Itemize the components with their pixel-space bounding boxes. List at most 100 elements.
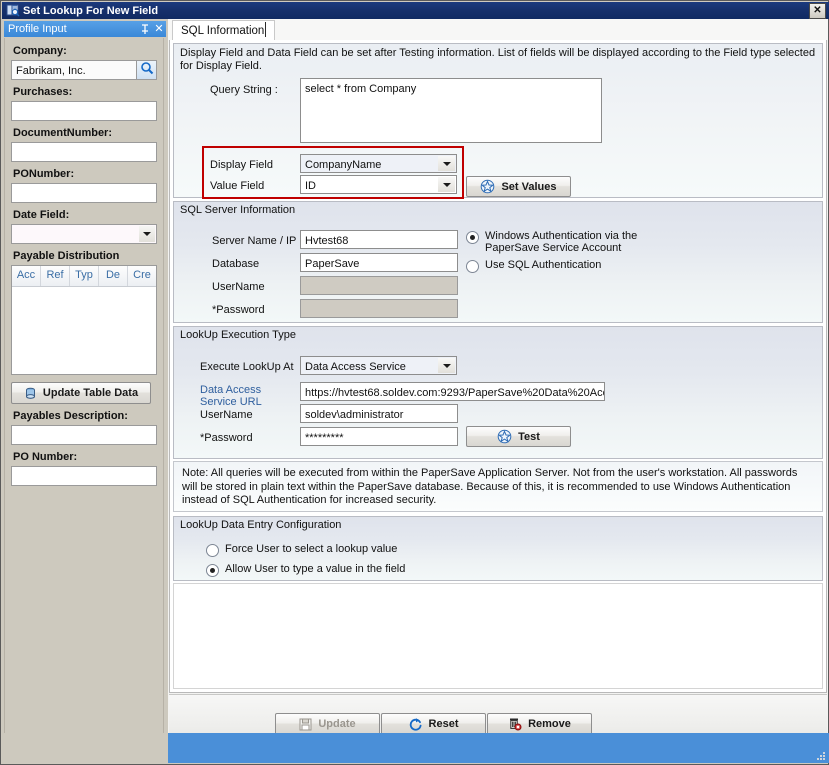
chevron-down-icon[interactable] xyxy=(438,156,455,171)
window-title: Set Lookup For New Field xyxy=(23,5,158,17)
query-string-label: Query String : xyxy=(210,84,278,96)
data-access-service-url-label: Data Access Service URL xyxy=(200,384,295,408)
radio-allow-user-type[interactable]: Allow User to type a value in the field xyxy=(206,563,405,577)
reset-button-label: Reset xyxy=(429,718,459,730)
tab-strip: SQL Information xyxy=(168,19,828,40)
set-values-label: Set Values xyxy=(501,181,556,193)
das-username-label: UserName xyxy=(200,409,253,421)
grid-column-ref[interactable]: Ref xyxy=(41,266,70,286)
pin-icon[interactable] xyxy=(138,22,152,36)
document-number-input[interactable] xyxy=(11,142,157,162)
status-bar xyxy=(2,733,829,763)
purchases-input[interactable] xyxy=(11,101,157,121)
payables-description-label: Payables Description: xyxy=(13,410,157,422)
company-search-button[interactable] xyxy=(136,61,156,79)
das-password-input[interactable]: ********* xyxy=(300,427,458,446)
das-username-value: soldev\administrator xyxy=(305,409,403,421)
sql-username-input[interactable] xyxy=(300,276,458,295)
sql-information-description: Display Field and Data Field can be set … xyxy=(180,47,816,73)
radio-windows-authentication-dot xyxy=(466,231,479,244)
test-button[interactable]: Test xyxy=(466,426,571,447)
payable-distribution-label: Payable Distribution xyxy=(13,250,157,262)
data-access-service-url-input[interactable]: https://hvtest68.soldev.com:9293/PaperSa… xyxy=(300,382,605,401)
reset-button[interactable]: Reset xyxy=(381,713,486,735)
radio-force-user-select[interactable]: Force User to select a lookup value xyxy=(206,543,397,557)
sql-username-label: UserName xyxy=(212,281,265,293)
status-bar-left-filler xyxy=(2,733,168,763)
display-field-value: CompanyName xyxy=(305,159,381,171)
payable-distribution-grid[interactable]: Acc Ref Typ De Cre xyxy=(11,265,157,375)
database-refresh-icon xyxy=(24,387,37,400)
company-input-value: Fabrikam, Inc. xyxy=(16,65,86,77)
chevron-down-icon[interactable] xyxy=(139,226,155,242)
trash-delete-icon xyxy=(508,717,522,731)
grid-column-de[interactable]: De xyxy=(99,266,128,286)
update-button[interactable]: Update xyxy=(275,713,380,735)
value-field-label: Value Field xyxy=(210,180,264,192)
display-field-label: Display Field xyxy=(210,159,273,171)
das-username-input[interactable]: soldev\administrator xyxy=(300,404,458,423)
query-string-value: select * from Company xyxy=(305,83,416,95)
tab-sql-information[interactable]: SQL Information xyxy=(172,20,275,40)
po-number-top-input[interactable] xyxy=(11,183,157,203)
radio-sql-authentication-dot xyxy=(466,260,479,273)
chevron-down-icon[interactable] xyxy=(438,358,455,373)
sql-server-information-title: SQL Server Information xyxy=(180,204,295,216)
po-number-input[interactable] xyxy=(11,466,157,486)
radio-windows-authentication-label: Windows Authentication via the PaperSave… xyxy=(485,230,685,254)
sql-information-group: Display Field and Data Field can be set … xyxy=(173,43,823,198)
tab-separator xyxy=(265,22,266,37)
star-badge-icon xyxy=(480,179,495,194)
profile-input-title: Profile Input xyxy=(4,23,67,35)
resize-grip-icon[interactable] xyxy=(815,750,827,762)
das-password-value: ********* xyxy=(305,432,344,444)
po-number-top-label: PONumber: xyxy=(13,168,157,180)
document-number-label: DocumentNumber: xyxy=(13,127,157,139)
company-label: Company: xyxy=(13,45,157,57)
company-input[interactable]: Fabrikam, Inc. xyxy=(11,60,157,80)
radio-sql-authentication-label: Use SQL Authentication xyxy=(485,259,601,271)
save-disk-icon xyxy=(299,718,312,731)
update-table-data-label: Update Table Data xyxy=(43,387,138,399)
radio-force-user-select-dot xyxy=(206,544,219,557)
remove-button[interactable]: Remove xyxy=(487,713,592,735)
query-string-textarea[interactable]: select * from Company xyxy=(300,78,602,143)
lookup-data-entry-configuration-title: LookUp Data Entry Configuration xyxy=(180,519,341,531)
magnifier-icon xyxy=(140,61,154,79)
chevron-down-icon[interactable] xyxy=(438,177,455,192)
grid-column-acc[interactable]: Acc xyxy=(12,266,41,286)
update-table-data-button[interactable]: Update Table Data xyxy=(11,382,151,404)
date-field-combo[interactable] xyxy=(11,224,157,244)
close-icon: ✕ xyxy=(813,6,821,16)
sql-information-tab-page: Display Field and Data Field can be set … xyxy=(169,40,827,693)
value-field-combo[interactable]: ID xyxy=(300,175,457,194)
database-value: PaperSave xyxy=(305,258,359,270)
profile-input-panel: Profile Input ✕ Company: Fabrikam, Inc. xyxy=(2,19,168,747)
refresh-circle-icon xyxy=(409,717,423,731)
remove-button-label: Remove xyxy=(528,718,571,730)
lookup-execution-type-title: LookUp Execution Type xyxy=(180,329,296,341)
payables-description-input[interactable] xyxy=(11,425,157,445)
profile-input-header: Profile Input ✕ xyxy=(4,21,166,37)
main-content-area: SQL Information Display Field and Data F… xyxy=(168,19,828,747)
po-number-label: PO Number: xyxy=(13,451,157,463)
sql-password-input[interactable] xyxy=(300,299,458,318)
radio-allow-user-type-dot xyxy=(206,564,219,577)
database-input[interactable]: PaperSave xyxy=(300,253,458,272)
date-field-label: Date Field: xyxy=(13,209,157,221)
radio-force-user-select-label: Force User to select a lookup value xyxy=(225,543,397,555)
profile-input-body: Company: Fabrikam, Inc. Purchases: xyxy=(4,38,164,738)
set-values-button[interactable]: Set Values xyxy=(466,176,571,197)
display-field-combo[interactable]: CompanyName xyxy=(300,154,457,173)
sql-server-information-group: SQL Server Information Server Name / IP … xyxy=(173,201,823,323)
radio-sql-authentication[interactable]: Use SQL Authentication xyxy=(466,259,696,273)
execute-lookup-at-combo[interactable]: Data Access Service xyxy=(300,356,457,375)
server-name-input[interactable]: Hvtest68 xyxy=(300,230,458,249)
test-label: Test xyxy=(518,431,540,443)
window-close-button[interactable]: ✕ xyxy=(809,3,826,19)
tab-sql-information-label: SQL Information xyxy=(181,25,264,37)
grid-column-typ[interactable]: Typ xyxy=(70,266,99,286)
radio-windows-authentication[interactable]: Windows Authentication via the PaperSave… xyxy=(466,230,696,254)
dock-close-icon[interactable]: ✕ xyxy=(152,22,166,36)
grid-column-cre[interactable]: Cre xyxy=(128,266,156,286)
